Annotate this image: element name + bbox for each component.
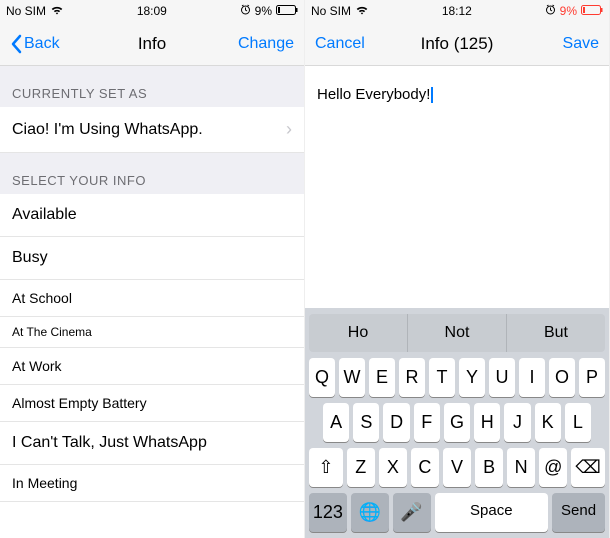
- key[interactable]: O: [549, 358, 575, 397]
- globe-key[interactable]: 🌐: [351, 493, 389, 532]
- key[interactable]: T: [429, 358, 455, 397]
- change-button[interactable]: Change: [238, 35, 294, 53]
- key[interactable]: K: [535, 403, 561, 442]
- info-list-screen: No SIM 18:09 9% Back Info: [0, 0, 305, 538]
- option-label: Busy: [12, 249, 48, 267]
- option-label: In Meeting: [12, 475, 77, 491]
- text-cursor: [431, 87, 433, 103]
- backspace-key[interactable]: ⌫: [571, 448, 605, 487]
- list-item[interactable]: In Meeting: [0, 465, 304, 502]
- alarm-icon: [240, 4, 251, 18]
- key[interactable]: C: [411, 448, 439, 487]
- key[interactable]: J: [504, 403, 530, 442]
- option-label: Almost Empty Battery: [12, 395, 147, 411]
- list-item[interactable]: At The Cinema: [0, 317, 304, 348]
- key[interactable]: U: [489, 358, 515, 397]
- list-item[interactable]: At Work: [0, 348, 304, 385]
- back-button[interactable]: Back: [10, 34, 60, 54]
- key[interactable]: H: [474, 403, 500, 442]
- battery-percent: 9%: [255, 4, 272, 18]
- nav-bar: Back Info Change: [0, 22, 304, 66]
- key-row: 123 🌐 🎤 Space Send: [309, 493, 605, 532]
- current-status-row[interactable]: Ciao! I'm Using WhatsApp. ›: [0, 107, 304, 153]
- option-label: I Can't Talk, Just WhatsApp: [12, 434, 207, 452]
- key-row: ⇧ Z X C V B N @ ⌫: [309, 448, 605, 487]
- suggestion[interactable]: Not: [408, 314, 507, 352]
- numeric-key[interactable]: 123: [309, 493, 347, 532]
- status-bar: No SIM 18:12 9%: [305, 0, 609, 22]
- status-bar: No SIM 18:09 9%: [0, 0, 304, 22]
- globe-icon: 🌐: [359, 502, 381, 522]
- current-status-text: Ciao! I'm Using WhatsApp.: [12, 121, 203, 139]
- list-item[interactable]: Almost Empty Battery: [0, 385, 304, 422]
- key[interactable]: I: [519, 358, 545, 397]
- clock-label: 18:12: [442, 4, 472, 18]
- mic-icon: 🎤: [400, 502, 422, 522]
- key[interactable]: B: [475, 448, 503, 487]
- list-item[interactable]: I Can't Talk, Just WhatsApp: [0, 422, 304, 465]
- mic-key[interactable]: 🎤: [393, 493, 431, 532]
- nav-title: Info (125): [421, 34, 494, 54]
- chevron-right-icon: ›: [286, 119, 292, 140]
- carrier-label: No SIM: [311, 4, 351, 18]
- space-key[interactable]: Space: [435, 493, 549, 532]
- option-label: At Work: [12, 358, 62, 374]
- nav-bar: Cancel Info (125) Save: [305, 22, 609, 66]
- key[interactable]: N: [507, 448, 535, 487]
- key[interactable]: Y: [459, 358, 485, 397]
- list-item[interactable]: Busy: [0, 237, 304, 280]
- info-edit-screen: No SIM 18:12 9% Cancel Info (125) Save H…: [305, 0, 610, 538]
- key[interactable]: D: [383, 403, 409, 442]
- key[interactable]: S: [353, 403, 379, 442]
- key[interactable]: @: [539, 448, 567, 487]
- key[interactable]: W: [339, 358, 365, 397]
- keyboard: Ho Not But Q W E R T Y U I O P A S D F G…: [305, 308, 609, 538]
- key[interactable]: R: [399, 358, 425, 397]
- key-row: Q W E R T Y U I O P: [309, 358, 605, 397]
- section-currently-set: CURRENTLY SET AS: [0, 66, 304, 107]
- back-label: Back: [24, 35, 60, 53]
- save-button[interactable]: Save: [563, 35, 599, 53]
- key[interactable]: P: [579, 358, 605, 397]
- alarm-icon: [545, 4, 556, 18]
- battery-icon: [276, 4, 298, 18]
- key[interactable]: Q: [309, 358, 335, 397]
- key-row: A S D F G H J K L: [309, 403, 605, 442]
- list-item[interactable]: Available: [0, 194, 304, 237]
- key[interactable]: Z: [347, 448, 375, 487]
- nav-title: Info: [138, 34, 166, 54]
- key[interactable]: L: [565, 403, 591, 442]
- chevron-left-icon: [10, 34, 22, 54]
- status-text-input[interactable]: Hello Everybody!: [305, 66, 609, 308]
- option-label: At School: [12, 290, 72, 306]
- suggestion[interactable]: Ho: [309, 314, 408, 352]
- key[interactable]: G: [444, 403, 470, 442]
- shift-key[interactable]: ⇧: [309, 448, 343, 487]
- option-label: At The Cinema: [12, 325, 92, 339]
- key[interactable]: X: [379, 448, 407, 487]
- battery-percent: 9%: [560, 4, 577, 18]
- carrier-label: No SIM: [6, 4, 46, 18]
- wifi-icon: [50, 4, 64, 18]
- battery-icon: [581, 4, 603, 18]
- list-item[interactable]: At School: [0, 280, 304, 317]
- cancel-button[interactable]: Cancel: [315, 35, 365, 53]
- key[interactable]: A: [323, 403, 349, 442]
- option-label: Available: [12, 206, 77, 224]
- suggestion[interactable]: But: [507, 314, 605, 352]
- section-select-info: SELECT YOUR INFO: [0, 153, 304, 194]
- key[interactable]: V: [443, 448, 471, 487]
- suggestion-bar: Ho Not But: [309, 314, 605, 352]
- send-key[interactable]: Send: [552, 493, 605, 532]
- clock-label: 18:09: [137, 4, 167, 18]
- key[interactable]: E: [369, 358, 395, 397]
- key[interactable]: F: [414, 403, 440, 442]
- wifi-icon: [355, 4, 369, 18]
- status-text-value: Hello Everybody!: [317, 86, 430, 103]
- info-list: CURRENTLY SET AS Ciao! I'm Using WhatsAp…: [0, 66, 304, 538]
